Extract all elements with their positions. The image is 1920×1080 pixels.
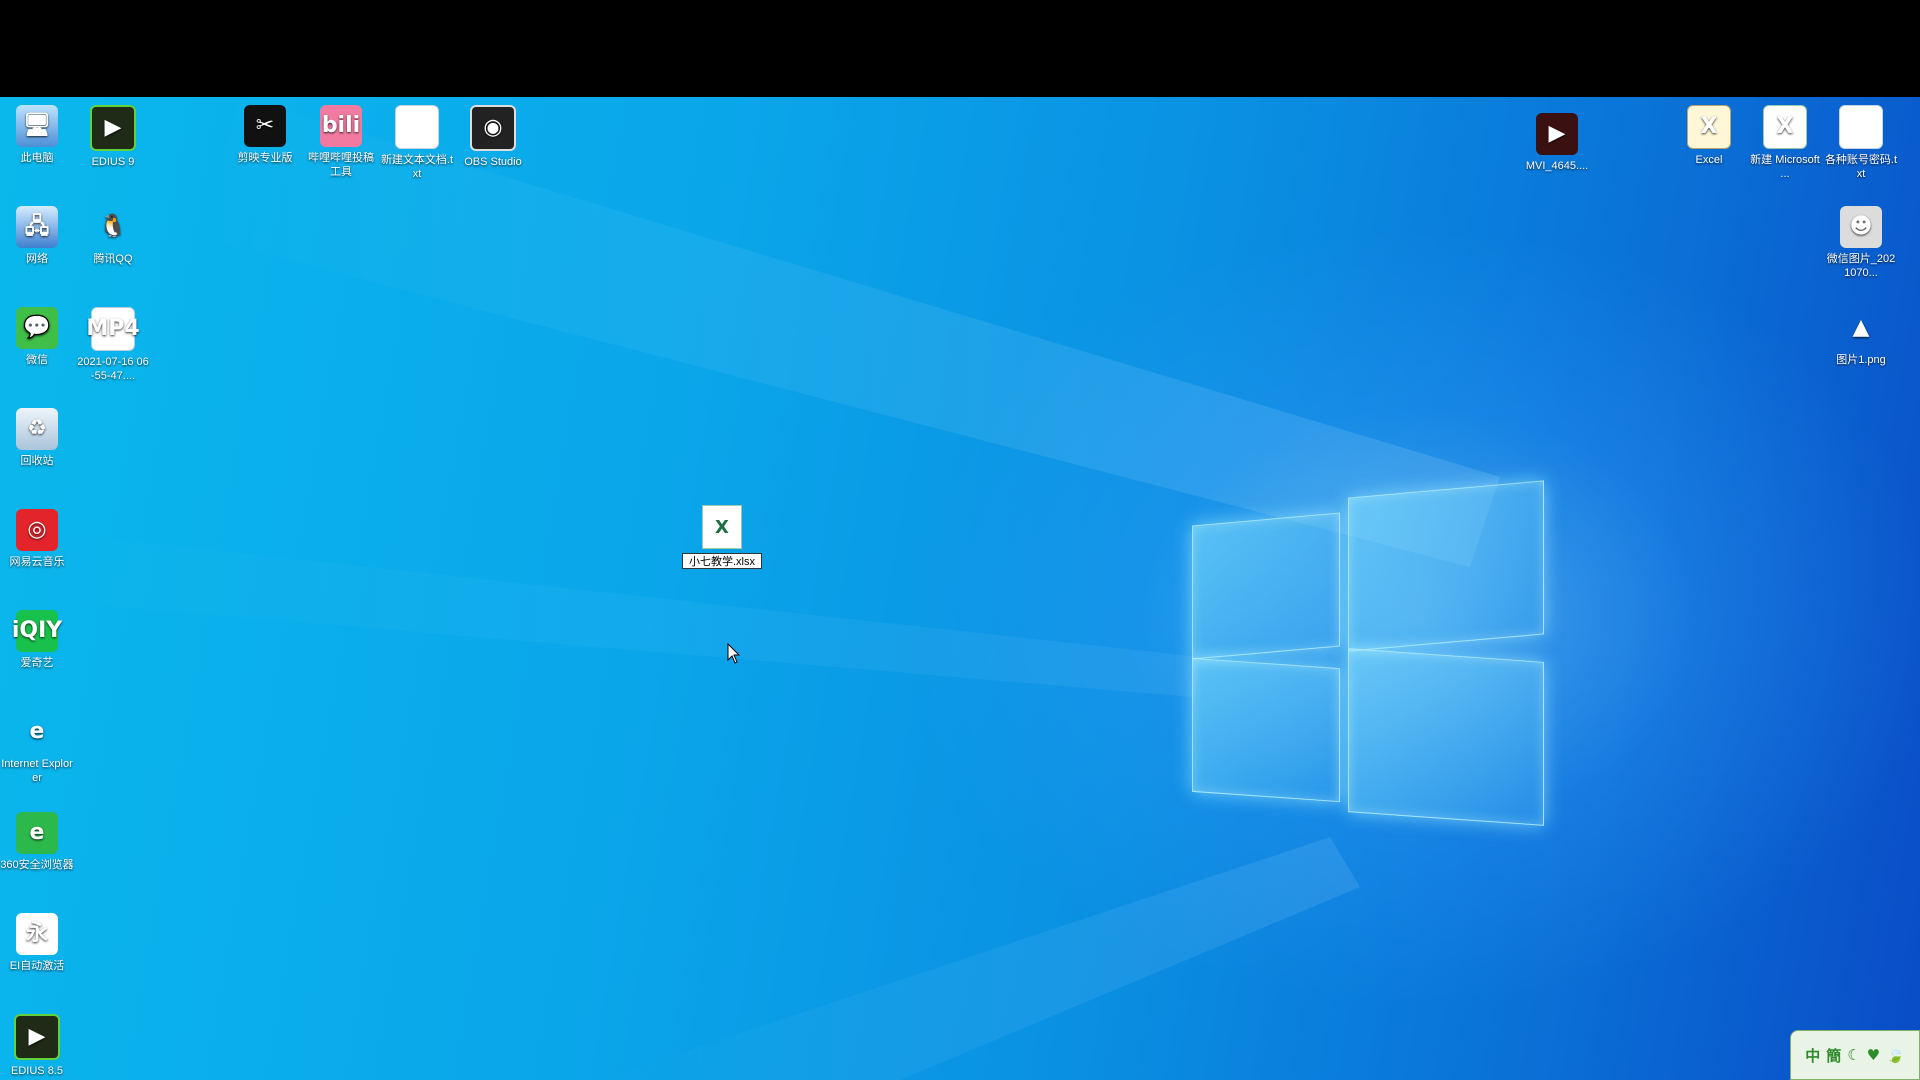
leaf-icon[interactable]: 🍃 (1886, 1046, 1905, 1064)
new-excel-icon: X (1763, 105, 1807, 149)
obs-studio-icon: ◉ (470, 105, 516, 151)
moon-icon[interactable]: ☾ (1847, 1046, 1860, 1064)
desktop-icon-label: 各种账号密码.txt (1824, 154, 1898, 180)
desktop-icon-label: 腾讯QQ (93, 253, 133, 265)
desktop-icon-label: 图片1.png (1836, 354, 1886, 366)
internet-explorer-icon: e (29, 719, 45, 744)
desktop-icon-internet-explorer[interactable]: e Internet Explorer (0, 711, 74, 785)
video-file-icon: ▶ (1536, 113, 1578, 155)
desktop-icon-edius9[interactable]: ▶ EDIUS 9 (76, 105, 150, 169)
desktop-icon-recycle-bin[interactable]: ♻ 回收站 (0, 408, 74, 468)
accounts-txt-icon (1839, 105, 1883, 149)
tencent-qq-icon: 🐧 (99, 214, 127, 239)
desktop-icon-video-file[interactable]: ▶ MVI_4645.... (1520, 113, 1594, 173)
desktop-icon-label: MVI_4645.... (1525, 160, 1589, 172)
desktop-icon-this-pc[interactable]: 🖥 此电脑 (0, 105, 74, 165)
excel-app-icon: X (1687, 105, 1731, 149)
desktop-icon-label: OBS Studio (464, 156, 522, 168)
desktop-icon-label: 新建文本文档.txt (380, 154, 454, 180)
ei-driver-icon: 永 (16, 913, 58, 955)
desktop-icon-label: 此电脑 (20, 152, 54, 164)
desktop-icon-obs-studio[interactable]: ◉ OBS Studio (456, 105, 530, 169)
heart-icon[interactable]: ♥ (1867, 1046, 1880, 1064)
ime-mode-cn[interactable]: 中 (1805, 1045, 1820, 1066)
desktop-icon-wechat-image[interactable]: ☻ 微信图片_2021070... (1824, 206, 1898, 280)
windows-logo-pane (1348, 480, 1544, 652)
bilibili-tool-icon: bili (320, 105, 362, 147)
desktop-icon-label: 回收站 (20, 455, 54, 467)
desktop-icon-image-png[interactable]: ▲ 图片1.png (1824, 307, 1898, 367)
new-text-file-icon (395, 105, 439, 149)
rename-input[interactable] (682, 553, 762, 569)
wechat-image-icon: ☻ (1840, 206, 1882, 248)
desktop-icon-label: 360安全浏览器 (0, 859, 74, 871)
excel-file-renaming[interactable]: X (680, 505, 764, 570)
desktop[interactable]: 🖥 此电脑 ▶ EDIUS 9 🖧 网络 🐧 腾讯QQ 💬 微信 MP4 2021-07-16 06-… (0, 97, 1920, 1080)
ime-simplified[interactable]: 簡 (1826, 1045, 1841, 1066)
desktop-icon-label: 剪映专业版 (237, 152, 293, 164)
desktop-icon-excel-app[interactable]: X Excel (1672, 105, 1746, 167)
edius85-icon: ▶ (14, 1014, 60, 1060)
desktop-icon-label: Excel (1695, 154, 1723, 166)
mp4-file-icon: MP4 (86, 307, 140, 351)
desktop-icon-label: 爱奇艺 (20, 657, 54, 669)
recycle-bin-icon: ♻ (16, 408, 58, 450)
image-png-icon: ▲ (1852, 315, 1870, 340)
desktop-icon-label: EDIUS 9 (91, 156, 135, 168)
desktop-icon-bilibili-tool[interactable]: bili 哔哩哔哩投稿工具 (304, 105, 378, 179)
desktop-icon-accounts-txt[interactable]: 各种账号密码.txt (1824, 105, 1898, 181)
desktop-icon-new-excel[interactable]: X 新建 Microsoft ... (1748, 105, 1822, 181)
desktop-icon-capcut[interactable]: ✂ 剪映专业版 (228, 105, 302, 165)
desktop-icon-label: EI自动激活 (9, 960, 65, 972)
desktop-icon-label: 新建 Microsoft ... (1750, 154, 1820, 180)
desktop-icon-tencent-qq[interactable]: 🐧 腾讯QQ (76, 206, 150, 266)
desktop-icon-label: 微信 (26, 354, 48, 366)
desktop-icon-wechat[interactable]: 💬 微信 (0, 307, 74, 367)
windows-logo (1192, 480, 1544, 839)
iqiyi-icon: iQIY (12, 610, 62, 652)
desktop-icon-network[interactable]: 🖧 网络 (0, 206, 74, 266)
desktop-icon-label: 网络 (26, 253, 48, 265)
desktop-icon-edius85[interactable]: ▶ EDIUS 8.5 (0, 1014, 74, 1078)
screen: 🖥 此电脑 ▶ EDIUS 9 🖧 网络 🐧 腾讯QQ 💬 微信 MP4 2021-07-16 06-… (0, 0, 1920, 1080)
desktop-icon-label: 网易云音乐 (9, 556, 65, 568)
netease-music-icon: ◎ (16, 509, 58, 551)
excel-file-icon: X (702, 505, 742, 549)
desktop-icon-label: Internet Explorer (1, 758, 73, 784)
network-icon: 🖧 (16, 206, 58, 248)
windows-logo-pane (1348, 648, 1544, 826)
desktop-icon-360-browser[interactable]: e 360安全浏览器 (0, 812, 74, 872)
wechat-icon: 💬 (16, 307, 58, 349)
edius9-icon: ▶ (90, 105, 136, 151)
desktop-icon-label: 微信图片_2021070... (1826, 253, 1896, 279)
desktop-icon-label: 2021-07-16 06-55-47.... (77, 356, 149, 382)
windows-logo-pane (1192, 657, 1340, 803)
360-browser-icon: e (16, 812, 58, 854)
desktop-icon-iqiyi[interactable]: iQIY 爱奇艺 (0, 610, 74, 670)
desktop-icon-ei-driver[interactable]: 永 EI自动激活 (0, 913, 74, 973)
desktop-icon-label: 哔哩哔哩投稿工具 (308, 152, 374, 178)
wallpaper-light-beams (0, 97, 1500, 1080)
this-pc-icon: 🖥 (16, 105, 58, 147)
desktop-icon-mp4-file[interactable]: MP4 2021-07-16 06-55-47.... (76, 307, 150, 383)
ime-status-bar[interactable]: 中 簡 ☾ ♥ 🍃 (1790, 1030, 1920, 1080)
desktop-icon-netease-music[interactable]: ◎ 网易云音乐 (0, 509, 74, 569)
windows-logo-pane (1192, 512, 1340, 660)
desktop-icon-new-text-file[interactable]: 新建文本文档.txt (380, 105, 454, 181)
capcut-icon: ✂ (244, 105, 286, 147)
desktop-icon-label: EDIUS 8.5 (11, 1065, 63, 1077)
